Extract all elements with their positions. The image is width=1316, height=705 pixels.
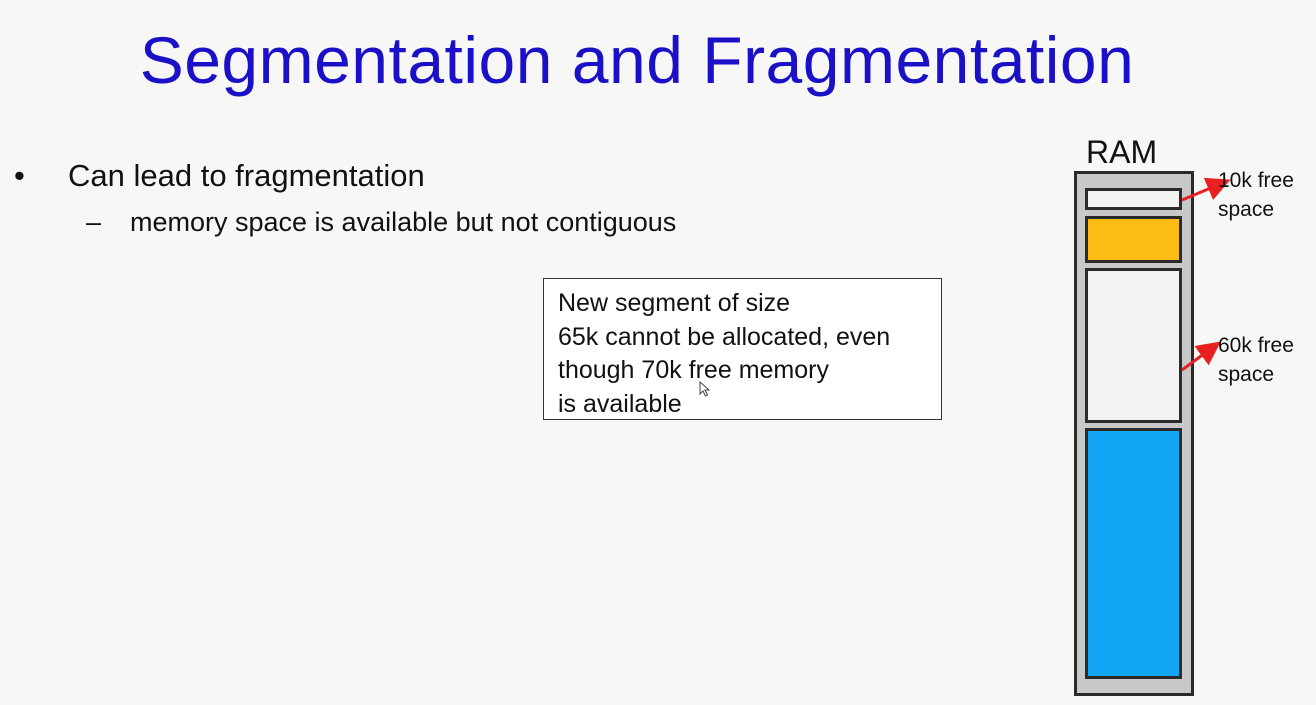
- callout-line-4: is available: [558, 389, 682, 418]
- mouse-cursor-icon: [699, 381, 711, 397]
- callout-box: New segment of size 65k cannot be alloca…: [543, 278, 942, 420]
- dash-symbol: –: [86, 207, 102, 237]
- annotation-10k: 10k free space: [1218, 166, 1294, 224]
- free-segment-10k: [1085, 188, 1182, 210]
- slide-title: Segmentation and Fragmentation: [139, 23, 1135, 97]
- annotation-10k-line1: 10k free: [1218, 169, 1294, 192]
- annotation-60k-line1: 60k free: [1218, 334, 1294, 357]
- callout-line-1: New segment of size: [558, 289, 791, 317]
- allocated-segment-blue: [1085, 428, 1182, 679]
- bullet-symbol: •: [14, 158, 25, 193]
- callout-line-2: 65k cannot be allocated, even: [558, 322, 891, 351]
- bullet-item: • Can lead to fragmentation: [14, 156, 425, 196]
- bullet-text: Can lead to fragmentation: [68, 158, 425, 193]
- annotation-10k-line2: space: [1218, 198, 1275, 221]
- ram-label: RAM: [1086, 134, 1158, 170]
- sub-bullet-item: – memory space is available but not conti…: [86, 204, 676, 240]
- allocated-segment-yellow: [1085, 216, 1182, 263]
- free-segment-60k: [1085, 268, 1182, 423]
- callout-line-3: though 70k free memory: [558, 356, 829, 384]
- annotation-60k-line2: space: [1218, 363, 1275, 386]
- annotation-60k: 60k free space: [1218, 331, 1294, 389]
- sub-bullet-text: memory space is available but not contig…: [130, 207, 677, 237]
